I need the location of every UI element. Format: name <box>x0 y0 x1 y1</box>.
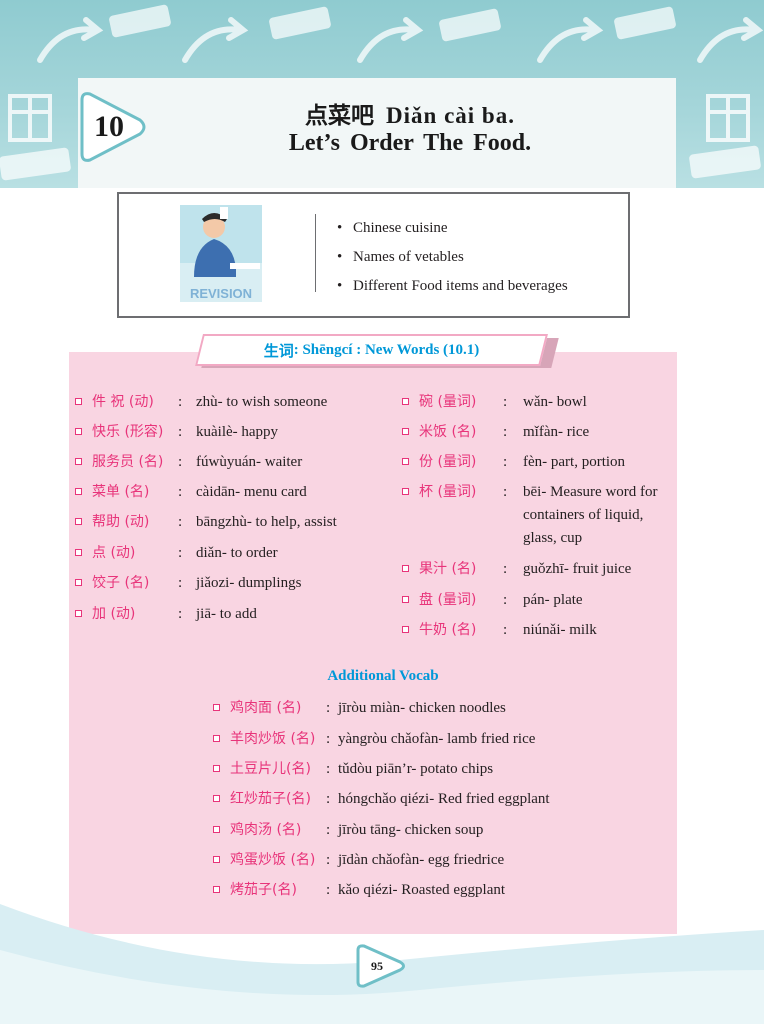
revision-list: • Chinese cuisine • Names of vetables • Dif… <box>337 214 568 301</box>
revision-point: • Names of vetables <box>337 249 464 265</box>
checkbox-icon <box>75 428 82 435</box>
lesson-title-english: Let’s Order The Food. <box>288 130 532 156</box>
revision-student-icon: REVISION <box>180 205 262 302</box>
checkbox-icon <box>75 549 82 556</box>
checkbox-icon <box>213 765 220 772</box>
revision-label: REVISION <box>190 286 252 301</box>
checkbox-icon <box>402 626 409 633</box>
checkbox-icon <box>213 856 220 863</box>
checkbox-icon <box>75 610 82 617</box>
checkbox-icon <box>402 458 409 465</box>
checkbox-icon <box>75 579 82 586</box>
checkbox-icon <box>213 826 220 833</box>
checkbox-icon <box>213 795 220 802</box>
title-hanzi: 点菜吧 <box>305 103 375 129</box>
checkbox-icon <box>402 565 409 572</box>
checkbox-icon <box>213 735 220 742</box>
title-pinyin: Diǎn cài ba. <box>386 103 515 128</box>
checkbox-icon <box>402 398 409 405</box>
revision-divider <box>315 214 316 292</box>
checkbox-icon <box>213 704 220 711</box>
revision-box: REVISION • Chinese cuisine • Names of veta… <box>117 192 630 318</box>
checkbox-icon <box>402 428 409 435</box>
checkbox-icon <box>75 398 82 405</box>
checkbox-icon <box>75 458 82 465</box>
checkbox-icon <box>75 518 82 525</box>
revision-point: • Chinese cuisine <box>337 220 448 236</box>
additional-vocab-heading: Additional Vocab <box>327 668 439 684</box>
lesson-title-chinese: 点菜吧 Diǎn cài ba. <box>150 96 670 130</box>
new-words-heading: 生词 : Shēngcí : New Words (10.1) <box>263 341 480 360</box>
page-number: 95 <box>371 958 383 973</box>
revision-point: • Different Food items and beverages <box>337 278 568 294</box>
checkbox-icon <box>75 488 82 495</box>
checkbox-icon <box>402 596 409 603</box>
lesson-number: 10 <box>94 110 124 143</box>
checkbox-icon <box>402 488 409 495</box>
